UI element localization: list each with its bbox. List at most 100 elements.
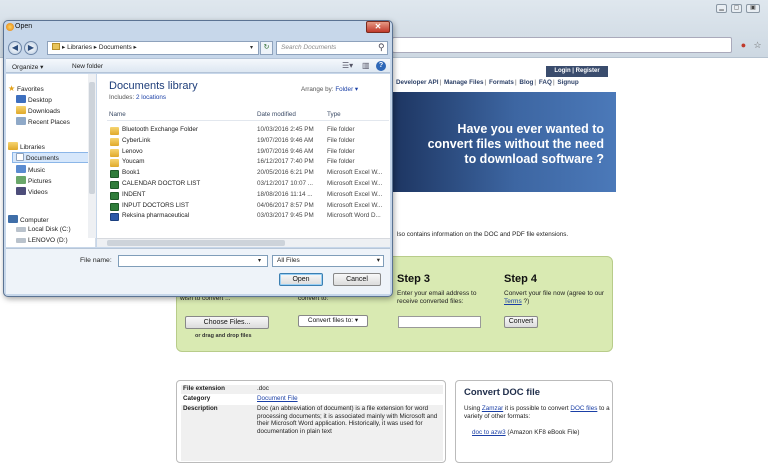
folder-icon (110, 137, 119, 146)
file-name: CyberLink (122, 136, 151, 144)
file-type: File folder (327, 147, 355, 155)
file-list-pane: Documents library Includes: 2 locations … (97, 74, 390, 247)
file-type: File folder (327, 136, 355, 144)
column-date-modified[interactable]: Date modified (257, 111, 296, 118)
maximize-button[interactable]: ▢ (731, 4, 742, 13)
nav-blog[interactable]: Blog (519, 79, 533, 86)
file-date: 20/05/2016 6:21 PM (257, 169, 314, 177)
nav-desktop[interactable]: Desktop (16, 95, 52, 104)
file-row[interactable]: INDENT 18/08/2016 11:14 ... Microsoft Exce… (107, 191, 389, 201)
file-row[interactable]: CyberLink 19/07/2016 9:46 AM File folder (107, 137, 389, 147)
arrange-by: Arrange by: Folder ▾ (301, 86, 359, 93)
address-bar[interactable] (392, 37, 732, 53)
nav-computer[interactable]: Computer (8, 215, 49, 224)
nav-pictures[interactable]: Pictures (16, 176, 51, 185)
nav-local-disk-c[interactable]: Local Disk (C:) (16, 226, 71, 233)
nav-faq[interactable]: FAQ (539, 79, 552, 86)
new-folder-button[interactable]: New folder (72, 63, 103, 70)
excel-file-icon (110, 191, 119, 200)
nav-lenovo-d[interactable]: LENOVO (D:) (16, 237, 68, 244)
nav-formats[interactable]: Formats (489, 79, 514, 86)
arrange-by-select[interactable]: Folder ▾ (335, 86, 358, 93)
window-close-button[interactable]: ▣ (746, 4, 760, 13)
nav-developer-api[interactable]: Developer API (396, 79, 438, 86)
step4-text: Convert your file now (agree to our Term… (504, 290, 605, 305)
dialog-close-button[interactable]: ✕ (366, 21, 390, 33)
zamzar-link[interactable]: Zamzar (482, 405, 503, 412)
table-row: Description Doc (an abbreviation of docu… (181, 405, 443, 461)
drag-drop-hint: or drag and drop files (195, 333, 252, 339)
minimize-button[interactable]: ▁ (716, 4, 727, 13)
table-row: Category Document File (181, 395, 443, 404)
organize-button[interactable]: Organize ▾ (12, 63, 43, 71)
column-header-row: Name Date modified Type (107, 110, 389, 121)
convert-doc-box: Convert DOC file Using Zamzar it is poss… (455, 380, 613, 463)
file-row[interactable]: CALENDAR DOCTOR LIST 03/12/2017 10:07 ...… (107, 180, 389, 190)
filename-input[interactable] (118, 255, 268, 267)
nav-documents[interactable]: Documents (12, 152, 90, 163)
nav-signup[interactable]: Signup (557, 79, 578, 86)
file-name: Reksina pharmaceutical (122, 212, 190, 220)
file-type: Microsoft Word D... (327, 212, 381, 220)
file-name: INPUT DOCTORS LIST (122, 201, 189, 209)
file-row[interactable]: Lenovo 19/07/2016 9:46 AM File folder (107, 148, 389, 158)
doc-to-azw3-link[interactable]: doc to azw3 (472, 429, 506, 436)
hero-line-1: Have you ever wanted to (457, 122, 604, 136)
breadcrumb-dropdown-icon[interactable]: ▾ (250, 44, 253, 51)
category-link[interactable]: Document File (257, 395, 443, 403)
dialog-title: Open (15, 23, 33, 30)
file-row[interactable]: INPUT DOCTORS LIST 04/06/2017 8:57 PM Micr… (107, 202, 389, 212)
forward-button[interactable]: ▶ (24, 41, 38, 55)
navigation-scrollbar[interactable] (88, 74, 96, 238)
convert-button[interactable]: Convert (504, 316, 538, 328)
locations-link[interactable]: 2 locations (136, 94, 166, 101)
nav-recent-places[interactable]: Recent Places (16, 117, 70, 126)
folder-icon (110, 159, 119, 168)
nav-manage-files[interactable]: Manage Files (444, 79, 484, 86)
step3-title: Step 3 (397, 273, 431, 285)
file-row[interactable]: Book1 20/05/2016 6:21 PM Microsoft Excel W… (107, 169, 389, 179)
view-options-icon[interactable]: ☰▾ (342, 61, 353, 70)
back-button[interactable]: ◀ (8, 41, 22, 55)
convbox-text: Using Zamzar it is possible to convert D… (464, 405, 610, 420)
convert-to-select[interactable]: Convert files to: ▾ (298, 315, 368, 327)
choose-files-button[interactable]: Choose Files... (185, 316, 269, 329)
filename-dropdown-icon[interactable]: ▾ (258, 257, 261, 264)
extension-icon[interactable]: ● (738, 40, 749, 51)
file-type: Microsoft Excel W... (327, 201, 383, 209)
terms-link[interactable]: Terms (504, 298, 522, 305)
refresh-icon[interactable]: ↻ (260, 41, 273, 55)
email-input[interactable] (398, 316, 481, 328)
file-date: 16/12/2017 7:40 PM (257, 158, 314, 166)
bookmark-star-icon[interactable]: ☆ (752, 40, 763, 51)
login-register-link[interactable]: Login | Register (546, 66, 608, 77)
step4-title: Step 4 (504, 273, 538, 285)
help-icon[interactable]: ? (376, 61, 386, 71)
file-date: 04/06/2017 8:57 PM (257, 201, 314, 209)
file-date: 03/03/2017 9:45 PM (257, 212, 314, 220)
file-row[interactable]: Reksina pharmaceutical 03/03/2017 9:45 PM… (107, 212, 389, 222)
navigation-pane: ★ Favorites Desktop Downloads Recent Pla… (6, 74, 96, 247)
scrollbar-thumb[interactable] (89, 82, 95, 194)
videos-icon (16, 187, 26, 195)
nav-music[interactable]: Music (16, 165, 45, 174)
breadcrumb[interactable]: ▸ Libraries ▸ Documents ▸ (47, 41, 259, 55)
scrollbar-thumb[interactable] (107, 240, 285, 246)
nav-libraries[interactable]: Libraries (8, 142, 45, 151)
open-button[interactable]: Open (279, 273, 323, 286)
pictures-icon (16, 176, 26, 184)
nav-videos[interactable]: Videos (16, 187, 48, 196)
file-type-filter-select[interactable]: All Files ▾ (272, 255, 384, 267)
cancel-button[interactable]: Cancel (333, 273, 381, 286)
column-type[interactable]: Type (327, 111, 341, 118)
preview-pane-icon[interactable]: ▥ (362, 61, 370, 70)
nav-downloads[interactable]: Downloads (16, 106, 60, 115)
file-list-scrollbar[interactable] (97, 238, 390, 247)
nav-favorites[interactable]: ★ Favorites (8, 84, 44, 93)
file-row[interactable]: Bluetooth Exchange Folder 10/03/2016 2:45… (107, 126, 389, 136)
doc-files-link[interactable]: DOC files (570, 405, 597, 412)
disk-icon (16, 227, 26, 232)
dialog-search-input[interactable]: Search Documents (276, 41, 388, 55)
column-name[interactable]: Name (109, 111, 126, 118)
file-row[interactable]: Youcam 16/12/2017 7:40 PM File folder (107, 158, 389, 168)
